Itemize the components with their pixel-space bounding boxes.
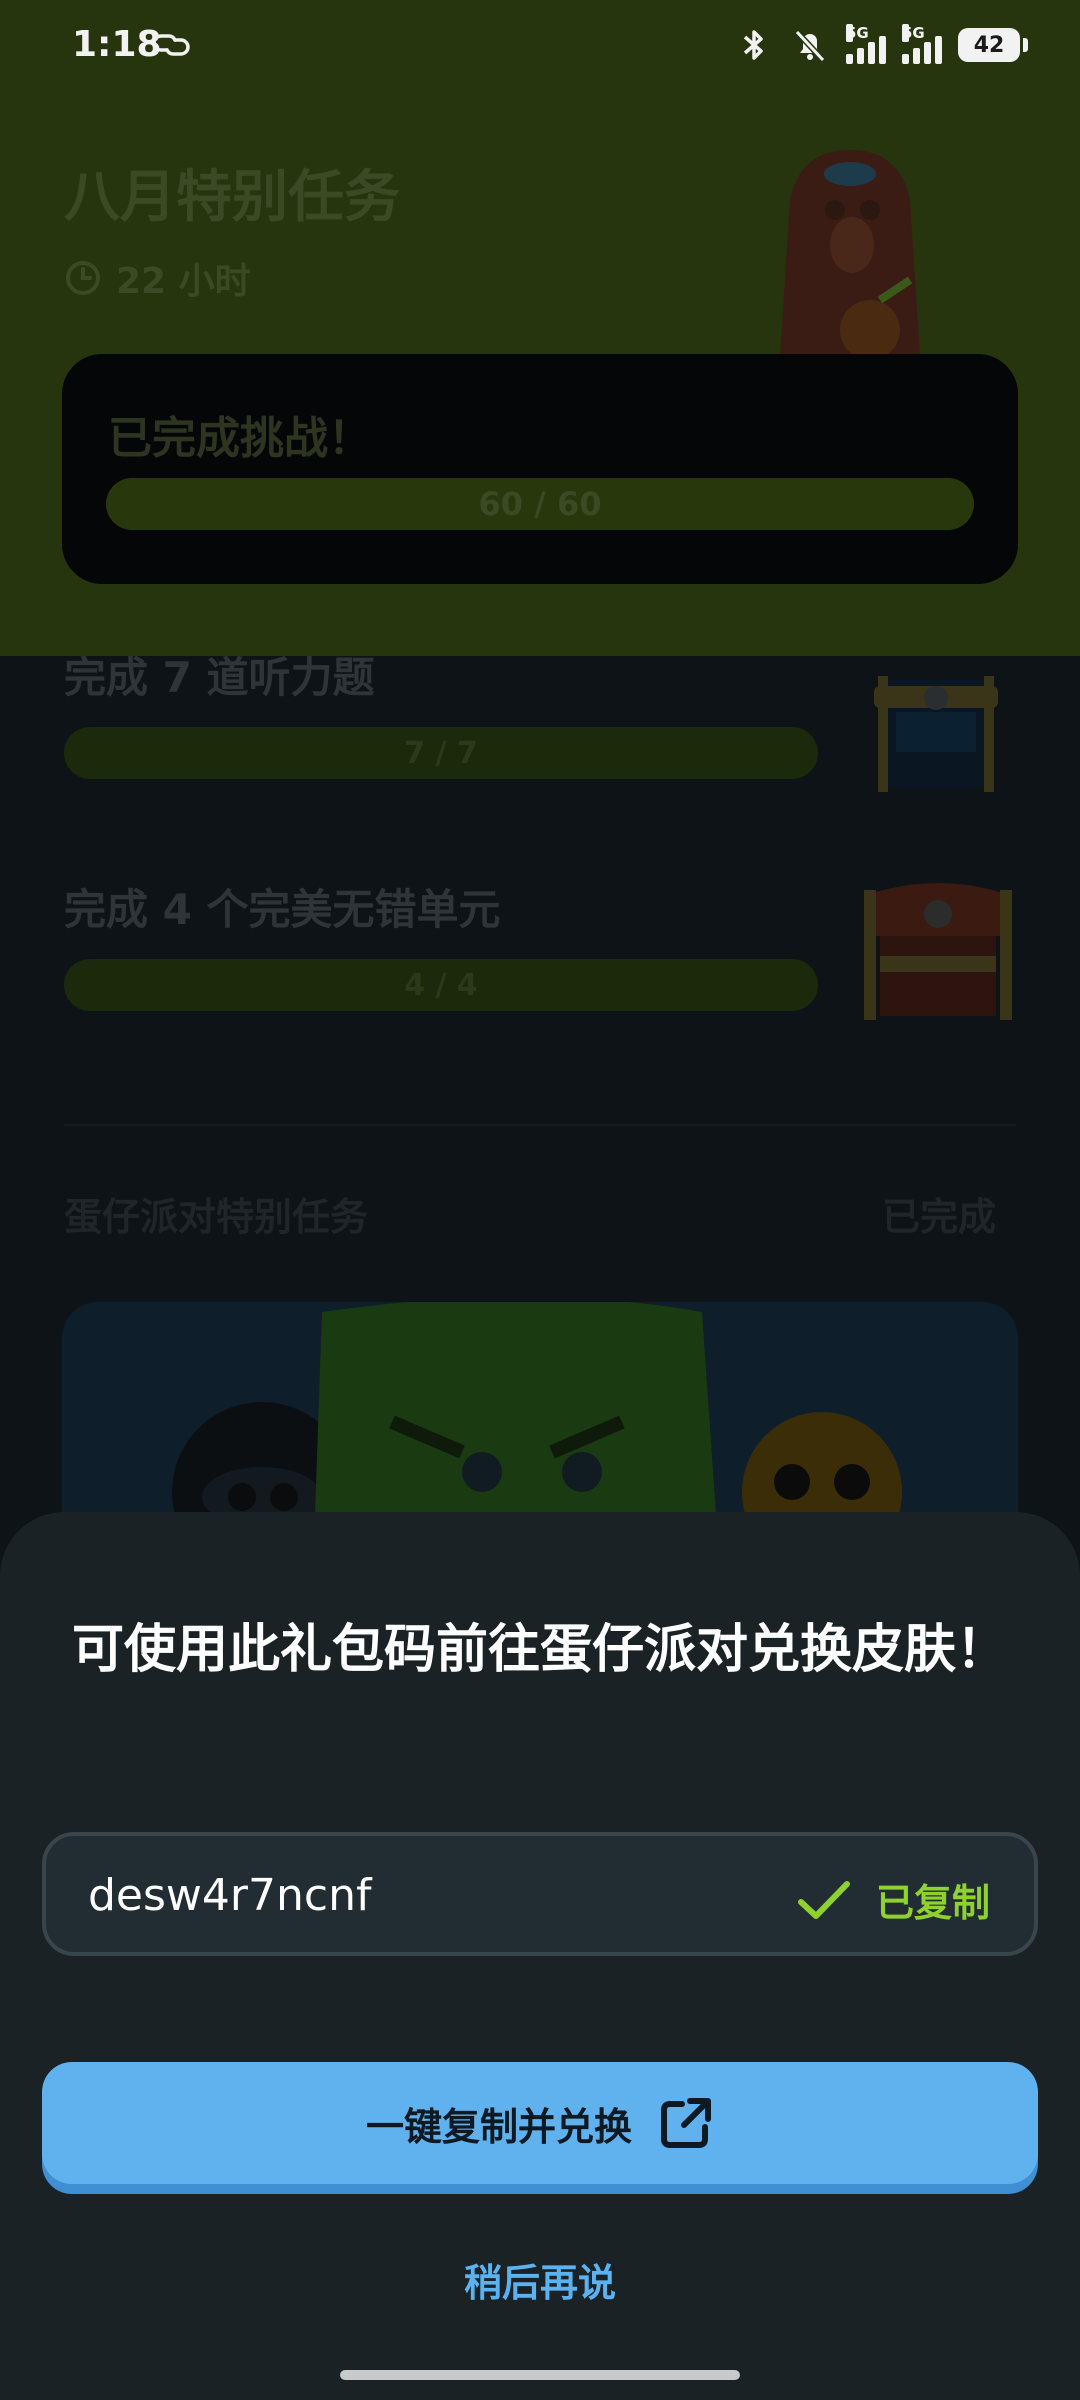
signal-strength-1: 5G: [846, 24, 886, 64]
task-progress-bar: 7 / 7: [64, 727, 818, 779]
section-status: 已完成: [881, 1195, 996, 1239]
timer-text: 22 小时: [116, 261, 251, 302]
treasure-chest-icon: [874, 676, 998, 792]
gift-code-value: desw4r7ncnf: [88, 1870, 372, 1921]
link-icon: [152, 34, 190, 56]
section-title: 蛋仔派对特别任务: [64, 1195, 369, 1239]
battery-indicator: 42: [958, 28, 1028, 62]
task-progress-bar: 4 / 4: [64, 959, 818, 1011]
mascot-illustration: [780, 150, 920, 356]
copied-indicator: 已复制: [796, 1872, 990, 1927]
task-item: 完成 7 道听力题 7 / 7: [64, 644, 818, 779]
task-item: 完成 4 个完美无错单元 4 / 4: [64, 876, 818, 1011]
task-label: 完成 4 个完美无错单元: [64, 885, 501, 934]
treasure-chest-icon: [864, 883, 1012, 1020]
bluetooth-icon: [743, 30, 763, 60]
task-label: 完成 7 道听力题: [64, 653, 375, 702]
bell-muted-icon: [794, 29, 826, 63]
external-link-icon: [661, 2098, 711, 2148]
signal-strength-2: 5G: [902, 24, 942, 64]
sheet-title: 可使用此礼包码前往蛋仔派对兑换皮肤！: [71, 1620, 1008, 1680]
copy-and-redeem-button[interactable]: 一键复制并兑换: [42, 2062, 1038, 2184]
copy-and-redeem-label: 一键复制并兑换: [365, 2104, 632, 2149]
screen: 1:18 5G 5G 42 八月特别任务 22 小时 已完成挑战！ 60 / 6…: [0, 0, 1080, 2400]
status-time: 1:18: [72, 24, 162, 65]
challenge-progress-bar: 60 / 60: [106, 478, 974, 530]
quest-header: 1:18 5G 5G 42 八月特别任务 22 小时 已完成挑战！ 60 / 6…: [0, 0, 1080, 656]
clock-icon: [66, 261, 100, 295]
divider: [64, 1124, 1016, 1126]
gift-code-field[interactable]: desw4r7ncnf 已复制: [42, 1832, 1038, 1956]
later-link[interactable]: 稍后再说: [0, 2252, 1080, 2307]
challenge-label: 已完成挑战！: [108, 413, 372, 464]
challenge-card: 已完成挑战！ 60 / 60: [62, 354, 1018, 584]
home-indicator[interactable]: [340, 2370, 740, 2380]
status-bar: 1:18 5G 5G 42: [0, 0, 1080, 92]
status-icons: 5G 5G 42: [734, 22, 1028, 68]
quest-timer: 22 小时: [64, 252, 251, 304]
quest-title: 八月特别任务: [64, 165, 400, 230]
copied-label: 已复制: [875, 1881, 990, 1925]
redeem-sheet: 可使用此礼包码前往蛋仔派对兑换皮肤！ desw4r7ncnf 已复制 一键复制并…: [0, 1512, 1080, 2400]
check-icon: [797, 1880, 850, 1919]
